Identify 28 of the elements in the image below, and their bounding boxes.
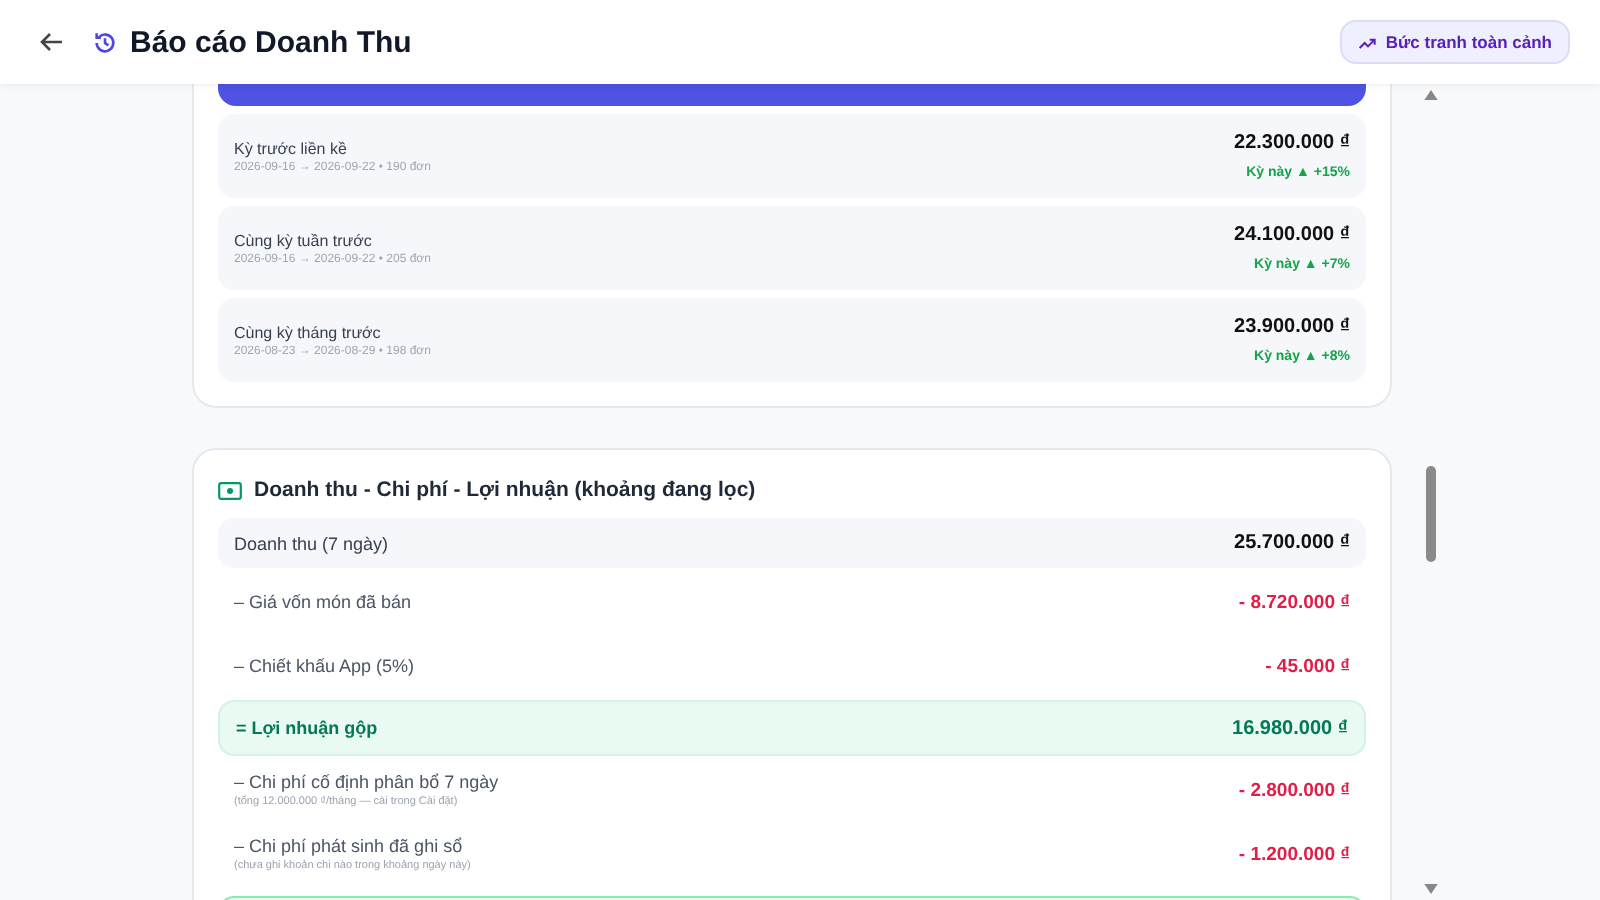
page-title: Báo cáo Doanh Thu: [130, 25, 412, 59]
scroll-thumb[interactable]: [1425, 466, 1435, 562]
line-label: Doanh thu (7 ngày): [234, 533, 389, 553]
line-amount: - 8.720.000 ₫: [1238, 591, 1350, 613]
line-amount: - 1.200.000 ₫: [1238, 843, 1350, 865]
history-icon: [92, 29, 118, 55]
scroll-down-icon[interactable]: [1423, 884, 1437, 894]
line-amount: - 2.800.000 ₫: [1238, 779, 1350, 801]
period-label: Kỳ trước liền kề: [234, 139, 349, 157]
back-arrow-icon[interactable]: [40, 32, 64, 52]
line-amount: 16.980.000 ₫: [1232, 717, 1348, 739]
period-amount: 22.300.000 ₫: [1234, 132, 1350, 154]
line-label: – Chiết khấu App (5%): [234, 656, 415, 676]
trend-up-icon: [1357, 35, 1378, 49]
scroll-up-icon[interactable]: [1423, 90, 1437, 100]
period-amount: 23.900.000 ₫: [1234, 316, 1350, 338]
period-label: Cùng kỳ tuần trước: [234, 231, 374, 249]
period-label: Cùng kỳ tháng trước: [234, 323, 383, 341]
card-title: Doanh thu - Chi phí - Lợi nhuận (khoảng đang lọc): [254, 478, 756, 502]
period-amount: 24.100.000 ₫: [1234, 224, 1350, 246]
line-amount: - 45.000 ₫: [1265, 655, 1350, 677]
overview-button[interactable]: Bức tranh toàn cảnh: [1339, 20, 1570, 64]
line-label: – Chi phí cố định phân bổ 7 ngày: [234, 772, 499, 792]
line-amount: 25.700.000 ₫: [1234, 532, 1350, 554]
cash-icon: [218, 481, 242, 499]
line-label: = Lợi nhuận gộp: [236, 718, 378, 738]
line-label: – Giá vốn món đã bán: [234, 592, 412, 612]
line-label: – Chi phí phát sinh đã ghi sổ: [234, 836, 465, 856]
